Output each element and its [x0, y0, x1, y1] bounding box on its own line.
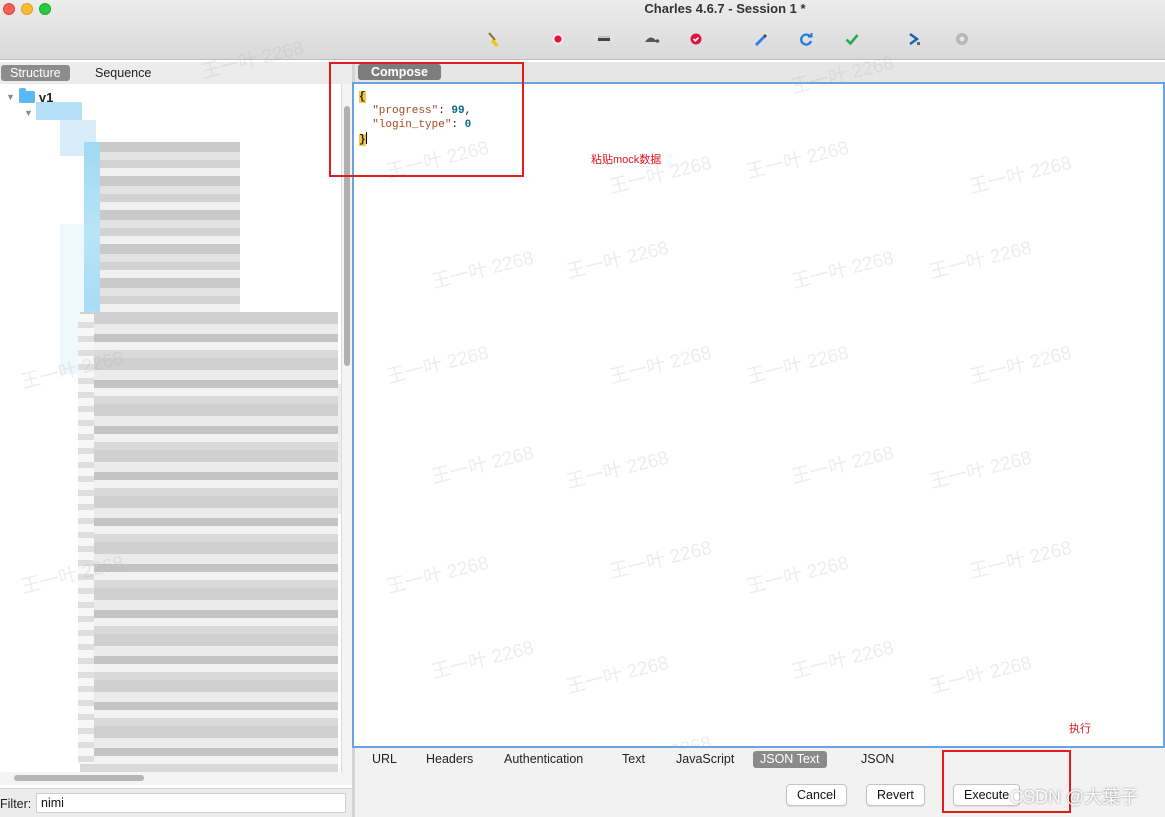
check-icon[interactable] — [842, 29, 862, 49]
tab-authentication[interactable]: Authentication — [497, 751, 590, 768]
turtle-icon[interactable] — [641, 29, 661, 49]
breakpoint-icon[interactable] — [686, 29, 706, 49]
cancel-button[interactable]: Cancel — [786, 784, 847, 806]
chevron-down-icon[interactable]: ▼ — [24, 108, 33, 118]
filter-label: Filter: — [0, 797, 32, 811]
refresh-icon[interactable] — [796, 29, 816, 49]
folder-icon — [18, 88, 35, 103]
left-view-switcher: Structure Sequence — [0, 62, 352, 84]
tree-vertical-scrollbar[interactable] — [341, 84, 352, 772]
record-icon[interactable] — [548, 29, 568, 49]
redacted-tree-content — [36, 102, 82, 120]
pen-icon[interactable] — [750, 29, 770, 49]
throttle-icon[interactable] — [594, 29, 614, 49]
window-title: Charles 4.6.7 - Session 1 * — [644, 1, 806, 16]
tree-horizontal-scrollbar[interactable] — [0, 772, 352, 785]
annotation-paste-mock: 粘贴mock数据 — [591, 154, 662, 166]
tab-url[interactable]: URL — [365, 751, 404, 768]
tab-javascript[interactable]: JavaScript — [669, 751, 741, 768]
redacted-tree-content — [80, 312, 338, 772]
filter-input[interactable] — [36, 793, 346, 813]
filter-bar: Filter: — [0, 788, 352, 817]
broom-icon[interactable] — [484, 29, 504, 49]
json-editor[interactable]: { "progress": 99, "login_type": 0 } — [352, 82, 1165, 748]
tab-sequence[interactable]: Sequence — [86, 65, 160, 81]
settings-icon[interactable] — [952, 29, 972, 49]
tab-json[interactable]: JSON — [854, 751, 901, 768]
tab-text[interactable]: Text — [615, 751, 652, 768]
annotation-box-json — [329, 62, 524, 177]
tab-json-text[interactable]: JSON Text — [753, 751, 827, 768]
title-bar: Charles 4.6.7 - Session 1 * — [0, 0, 1165, 60]
csdn-watermark: CSDN @大葉子 — [1010, 787, 1139, 807]
annotation-execute: 执行 — [1069, 723, 1091, 735]
revert-button[interactable]: Revert — [866, 784, 925, 806]
structure-tree[interactable]: ▼ v1 ▼ — [0, 84, 344, 772]
redacted-tree-content — [78, 314, 94, 764]
tools-icon[interactable] — [904, 29, 924, 49]
tab-structure[interactable]: Structure — [1, 65, 70, 81]
scrollbar-thumb[interactable] — [14, 775, 144, 781]
tab-headers[interactable]: Headers — [419, 751, 480, 768]
chevron-down-icon[interactable]: ▼ — [6, 92, 15, 102]
